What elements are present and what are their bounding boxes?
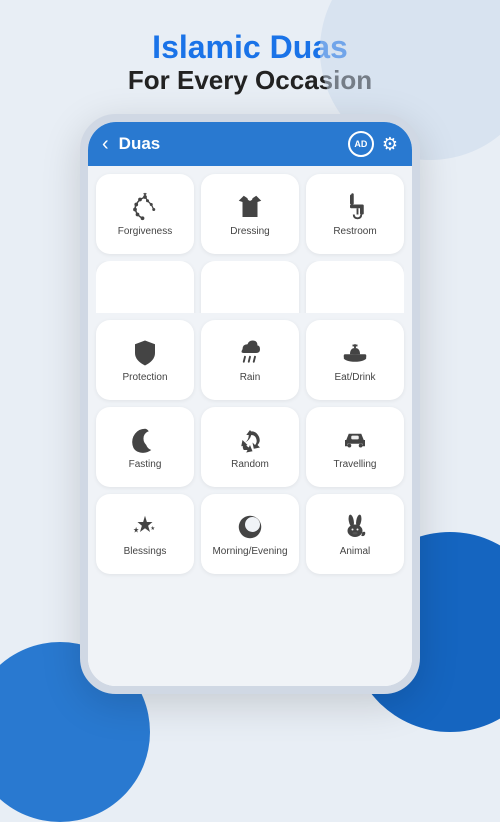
grid-item-random[interactable]: Random [201, 407, 299, 487]
car-icon [340, 425, 370, 455]
grid-scroll: Forgiveness Dressing [88, 166, 412, 686]
phone-mockup: ‹ Duas AD ⚙ [80, 114, 420, 694]
grid-item-dressing[interactable]: Dressing [201, 174, 299, 254]
morning-evening-label: Morning/Evening [212, 546, 287, 558]
blessings-label: Blessings [124, 546, 167, 558]
shirt-icon [235, 192, 265, 222]
grid-item-travelling[interactable]: Travelling [306, 407, 404, 487]
faucet-icon [340, 192, 370, 222]
grid-row-5: Blessings Morning/Evening [96, 494, 404, 574]
grid-row-3: Protection Rain [96, 320, 404, 400]
grid-row-4: Fasting Random [96, 407, 404, 487]
dressing-label: Dressing [230, 226, 269, 238]
travelling-label: Travelling [334, 459, 377, 471]
grid-item-morning-evening[interactable]: Morning/Evening [201, 494, 299, 574]
animal-label: Animal [340, 546, 371, 558]
grid-item-partial-b[interactable] [201, 261, 299, 313]
moon-face-icon [235, 512, 265, 542]
ad-badge[interactable]: AD [348, 131, 374, 157]
grid-item-protection[interactable]: Protection [96, 320, 194, 400]
eat-drink-label: Eat/Drink [334, 372, 375, 384]
crescent-icon [130, 425, 160, 455]
grid-item-fasting[interactable]: Fasting [96, 407, 194, 487]
forgiveness-label: Forgiveness [118, 226, 172, 238]
rain-label: Rain [240, 372, 261, 384]
phone-inner: ‹ Duas AD ⚙ [88, 122, 412, 686]
back-button[interactable]: ‹ [102, 133, 109, 156]
grid-row-1: Forgiveness Dressing [96, 174, 404, 254]
grid-item-partial-c[interactable] [306, 261, 404, 313]
grid-row-2-partial [96, 261, 404, 313]
food-icon [340, 338, 370, 368]
grid-item-animal[interactable]: Animal [306, 494, 404, 574]
stars-icon [130, 512, 160, 542]
recycle-icon [235, 425, 265, 455]
rain-icon [235, 338, 265, 368]
grid-item-forgiveness[interactable]: Forgiveness [96, 174, 194, 254]
gear-icon[interactable]: ⚙ [382, 134, 398, 155]
restroom-label: Restroom [333, 226, 376, 238]
grid-item-blessings[interactable]: Blessings [96, 494, 194, 574]
grid-item-restroom[interactable]: Restroom [306, 174, 404, 254]
fasting-label: Fasting [129, 459, 162, 471]
app-bar: ‹ Duas AD ⚙ [88, 122, 412, 166]
grid-item-eat-drink[interactable]: Eat/Drink [306, 320, 404, 400]
shield-icon [130, 338, 160, 368]
app-bar-icons: AD ⚙ [348, 131, 398, 157]
rabbit-icon [340, 512, 370, 542]
rosary-icon [130, 192, 160, 222]
app-bar-title: Duas [119, 134, 348, 154]
grid-item-partial-a[interactable] [96, 261, 194, 313]
protection-label: Protection [122, 372, 167, 384]
grid-item-rain[interactable]: Rain [201, 320, 299, 400]
random-label: Random [231, 459, 269, 471]
